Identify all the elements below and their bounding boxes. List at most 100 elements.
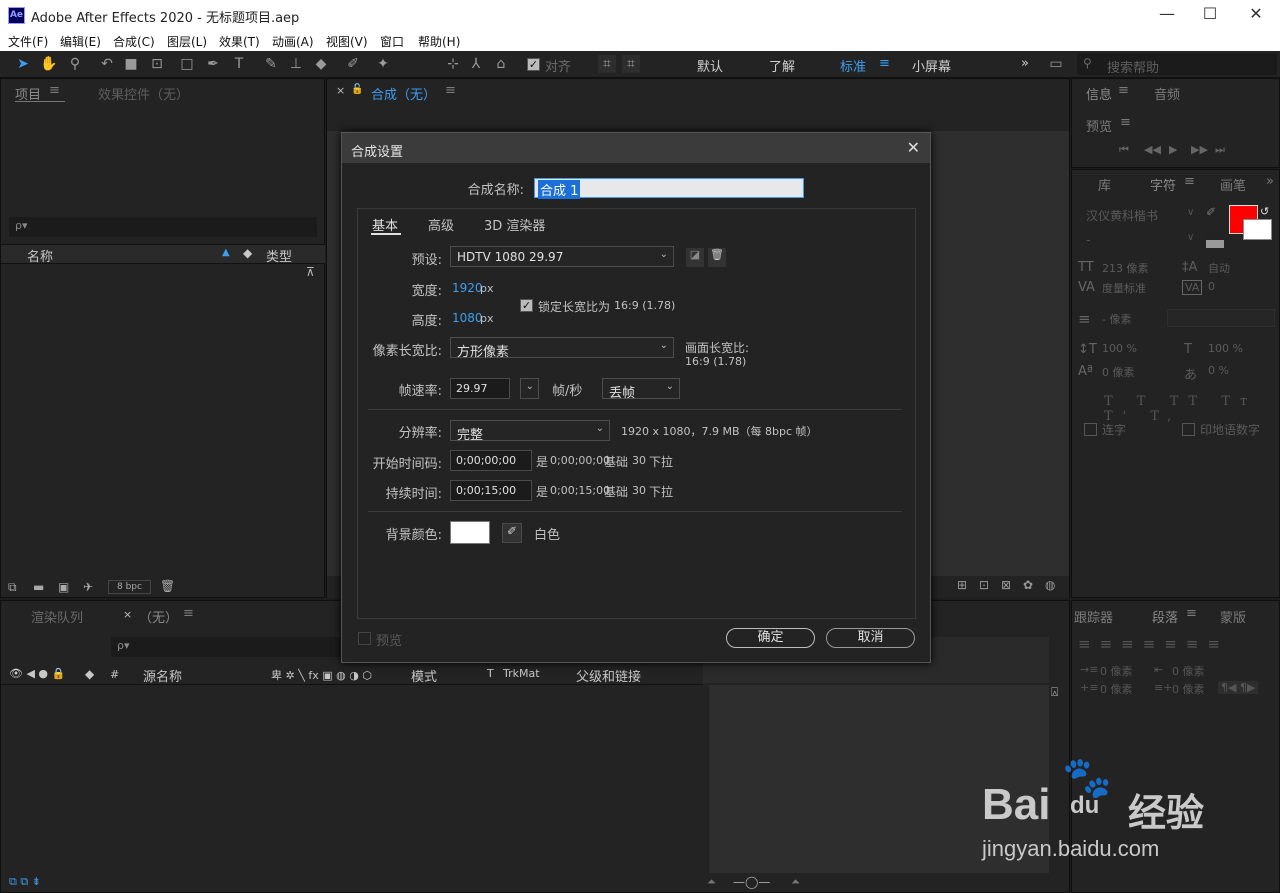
swap-colors-icon[interactable]: ↺ [1260,205,1269,218]
tab-effect-controls[interactable]: 效果控件（无） [98,84,189,103]
pen-tool-icon[interactable]: ✒ [204,55,222,73]
type-tool-icon[interactable]: T [230,55,248,73]
menu-composition[interactable]: 合成(C) [113,33,155,50]
local-axis-icon[interactable]: ⊹ [444,55,462,73]
toggle-switches-icon[interactable]: ⧉ ⧉ ⇟ [9,875,41,889]
snapshot-icon[interactable]: ⊠ [1001,578,1011,592]
region-icon[interactable]: ⊡ [979,578,989,592]
label-icon[interactable]: ◆ [85,667,94,681]
view-axis-icon[interactable]: ⌂ [492,55,510,73]
drop-frame-select[interactable]: 丢帧 ⌄ [602,378,680,401]
reset-exposure-icon[interactable]: ◍ [1045,578,1055,592]
col-parent-link[interactable]: 父级和链接 [576,666,641,685]
zoom-out-icon[interactable]: ⏶ [707,875,716,889]
stroke-width-value[interactable]: - 像素 [1102,311,1131,327]
snap-option-1-icon[interactable]: ⌗ [598,55,616,73]
tab-timeline-none[interactable]: （无） [139,607,178,626]
resolution-select[interactable]: 完整 ⌄ [450,420,610,443]
start-timecode-input[interactable]: 0;00;00;00 [450,450,532,471]
panels-more-icon[interactable]: » [1266,174,1274,189]
col-source-name[interactable]: 源名称 [143,666,182,685]
kerning-value[interactable]: 度量标准 [1102,280,1146,296]
space-after-value[interactable]: 0 像素 [1172,681,1205,697]
tab-audio[interactable]: 音频 [1154,84,1180,103]
prev-frame-icon[interactable]: ◀◀ [1144,143,1161,156]
menu-window[interactable]: 窗口 [380,33,404,50]
leading-value[interactable]: 自动 [1208,260,1230,276]
adjust-project-settings-icon[interactable]: ✈ [83,580,93,594]
vertical-scale-value[interactable]: 100 % [1102,342,1137,355]
workspace-default[interactable]: 默认 [697,56,723,75]
maximize-button[interactable]: ☐ [1190,4,1230,23]
snap-option-2-icon[interactable]: ⌗ [622,55,640,73]
next-frame-icon[interactable]: ▶▶ [1191,143,1208,156]
rotate-tool-icon[interactable]: ↶ [98,55,116,73]
menu-edit[interactable]: 编辑(E) [60,33,101,50]
pixel-aspect-select[interactable]: 方形像素 ⌄ [450,337,674,360]
stroke-type-select[interactable] [1167,309,1275,327]
col-t[interactable]: T [487,667,494,680]
font-size-value[interactable]: 213 像素 [1102,260,1149,276]
timeline-tab-menu-icon[interactable]: ≡ [183,606,194,621]
zoom-in-icon[interactable]: ⏶ [791,875,800,889]
clone-stamp-tool-icon[interactable]: ⊥ [287,55,305,73]
search-help-field[interactable]: ⚲ 搜索帮助 [1077,53,1277,76]
background-eyedropper-icon[interactable]: ✐ [502,523,522,543]
channel-icon[interactable]: ✿ [1023,578,1033,592]
indent-right-value[interactable]: 0 像素 [1172,663,1205,679]
width-value[interactable]: 1920 [452,281,483,295]
height-value[interactable]: 1080 [452,311,483,325]
play-icon[interactable]: ▶ [1169,143,1177,156]
eraser-tool-icon[interactable]: ◆ [312,55,330,73]
menu-file[interactable]: 文件(F) [8,33,48,50]
space-before-value[interactable]: 0 像素 [1100,681,1133,697]
menu-layer[interactable]: 图层(L) [167,33,207,50]
col-name-header[interactable]: 名称 [27,246,53,265]
preview-panel-title[interactable]: 预览 [1086,116,1112,135]
selection-tool-icon[interactable]: ➤ [14,55,32,73]
workspace-menu-icon[interactable]: ≡ [879,56,890,71]
comp-tab-menu-icon[interactable]: ≡ [445,83,456,98]
timeline-search-input[interactable]: ρ▾ [111,637,341,657]
menu-effect[interactable]: 效果(T) [219,33,260,50]
project-search-input[interactable]: ρ▾ [9,217,317,237]
snap-checkbox[interactable]: ✓ [527,58,540,71]
lock-aspect-checkbox[interactable]: ✓ [520,299,533,312]
sort-ascending-icon[interactable]: ▲ [222,247,230,258]
flowchart-icon[interactable]: ⊼ [306,265,315,279]
dialog-close-icon[interactable]: ✕ [907,138,920,157]
stroke-color-swatch[interactable] [1243,219,1272,240]
menu-view[interactable]: 视图(V) [326,33,368,50]
workspaces-more-icon[interactable]: » [1021,56,1029,71]
tab-3d-renderer[interactable]: 3D 渲染器 [484,215,545,234]
close-window-button[interactable]: ✕ [1236,4,1276,23]
roto-brush-tool-icon[interactable]: ✐ [344,55,362,73]
tab-advanced[interactable]: 高级 [428,215,454,234]
preview-menu-icon[interactable]: ≡ [1120,115,1131,130]
world-axis-icon[interactable]: ⅄ [467,55,485,73]
tab-basic[interactable]: 基本 [372,215,398,234]
tab-composition-none[interactable]: 合成（无） [371,84,436,103]
rectangle-tool-icon[interactable]: □ [178,55,196,73]
paragraph-tab-menu-icon[interactable]: ≡ [1186,606,1197,621]
col-type-header[interactable]: 类型 [266,246,292,265]
ok-button[interactable]: 确定 [726,628,815,648]
font-style-select[interactable]: - [1078,230,1200,250]
delete-preset-icon[interactable]: 🗑 [708,248,726,267]
tracking-value[interactable]: 0 [1208,280,1215,293]
delete-icon[interactable]: 🗑 [160,579,175,593]
tab-info[interactable]: 信息 [1086,84,1112,103]
layer-switches-icon[interactable]: 卑 ✲ ╲ fx ▣ ◍ ◑ ⬡ [271,667,372,683]
info-tab-menu-icon[interactable]: ≡ [1118,83,1129,98]
menu-help[interactable]: 帮助(H) [418,33,460,50]
text-direction-icon[interactable]: ¶◀ ¶▶ [1218,681,1259,694]
camera-tool-icon[interactable]: ■ [122,55,140,73]
tab-paint[interactable]: 画笔 [1220,175,1246,194]
comp-name-input[interactable]: 合成 1 [534,178,804,199]
character-tab-menu-icon[interactable]: ≡ [1184,174,1195,189]
pan-behind-tool-icon[interactable]: ⊡ [148,55,166,73]
workspace-small-screen[interactable]: 小屏幕 [912,56,951,75]
tsume-value[interactable]: 0 % [1208,364,1229,377]
hindi-digits-checkbox[interactable] [1182,423,1195,436]
col-trkmat[interactable]: TrkMat [503,667,540,680]
